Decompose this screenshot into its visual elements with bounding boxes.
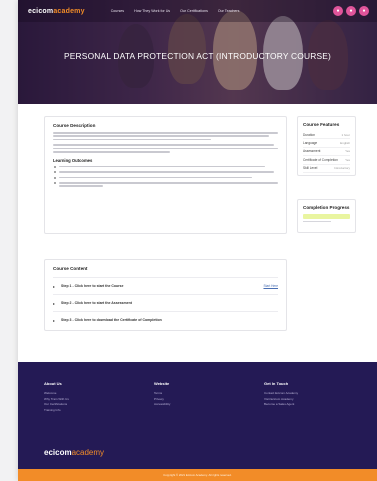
step-label: Step 2 - Click here to start the Assessm… (61, 301, 132, 305)
logo-accent-text: academy (53, 7, 85, 15)
list-item (53, 171, 278, 174)
course-description-card: Course Description Learning Outcomes (44, 116, 287, 234)
footer-logo[interactable]: ecicomacademy (44, 448, 104, 457)
feature-row: Duration 1 hour (303, 131, 350, 140)
page: ecicomacademy Courses How They Work for … (18, 0, 377, 481)
search-button[interactable]: ● (333, 6, 343, 16)
nav-item-courses[interactable]: Courses (111, 9, 124, 13)
list-item (53, 165, 278, 169)
chevron-right-icon: ▸ (53, 283, 56, 289)
feature-row: Language English (303, 139, 350, 148)
search-icon: ● (336, 8, 340, 14)
feature-row: Certificate of Completion Yes (303, 156, 350, 165)
progress-caption (303, 221, 332, 223)
header-logo[interactable]: ecicomacademy (28, 8, 85, 15)
course-description-heading: Course Description (53, 123, 96, 128)
step-label: Step 3 - Click here to download the Cert… (61, 318, 162, 322)
footer-link[interactable]: Contact Ecicom Academy (264, 391, 298, 395)
course-content-heading: Course Content (53, 266, 88, 271)
page-title: PERSONAL DATA PROTECTION ACT (INTRODUCTO… (63, 51, 332, 61)
copyright-bar: Copyright © 2021 Ecicom Academy. All rig… (18, 469, 377, 481)
nav-links: Courses How They Work for Us Our Certifi… (111, 9, 240, 13)
footer-column-contact: Get In Touch Contact Ecicom Academy Visi… (264, 381, 298, 408)
footer-heading: Website (154, 381, 170, 386)
footer-column-website: Website Terms Privacy Accessibility (154, 381, 170, 408)
cart-button[interactable]: ● (346, 6, 356, 16)
description-paragraph (53, 132, 278, 141)
step-2-row[interactable]: ▸ Step 2 - Click here to start the Asses… (53, 294, 278, 311)
course-features-card: Course Features Duration 1 hour Language E… (297, 116, 356, 176)
step-1-row[interactable]: ▸ Step 1 - Click here to start the Cours… (53, 277, 278, 294)
footer-column-about: About Us Welcome Why Train With Us Our C… (44, 381, 69, 413)
hero-banner: ecicomacademy Courses How They Work for … (18, 0, 377, 104)
cart-icon: ● (349, 8, 353, 14)
learning-outcomes-list (53, 165, 278, 189)
start-here-link[interactable]: Start Here (263, 284, 278, 288)
nav-item-teachers[interactable]: Our Teachers (218, 9, 240, 13)
footer-link[interactable]: Welcome (44, 391, 69, 395)
completion-progress-bar (303, 214, 350, 219)
learning-outcomes-heading: Learning Outcomes (53, 157, 93, 163)
nav-item-certifications[interactable]: Our Certifications (180, 9, 208, 13)
footer-link[interactable]: Visit Ecicom Academy (264, 397, 298, 401)
description-paragraph (53, 144, 278, 153)
logo-text: ecicom (28, 7, 54, 15)
footer-link[interactable]: Become a Sales Agent (264, 402, 298, 406)
completion-progress-card: Completion Progress (297, 199, 356, 233)
list-item (53, 181, 278, 189)
course-content-card: Course Content ▸ Step 1 - Click here to … (44, 259, 287, 331)
footer-heading: About Us (44, 381, 62, 386)
step-3-row[interactable]: ▸ Step 3 - Click here to download the Ce… (53, 311, 278, 328)
completion-progress-heading: Completion Progress (303, 205, 350, 210)
account-button[interactable]: ● (359, 6, 369, 16)
chevron-right-icon: ▸ (53, 300, 56, 306)
footer-link[interactable]: Our Certifications (44, 402, 69, 406)
footer-link[interactable]: Training Info (44, 408, 69, 412)
course-features-heading: Course Features (303, 122, 340, 127)
footer-link[interactable]: Terms (154, 391, 170, 395)
step-label: Step 1 - Click here to start the Course (61, 284, 124, 288)
feature-row: Assessment Yes (303, 148, 350, 157)
nav-item-how-they-work[interactable]: How They Work for Us (134, 9, 170, 13)
logo-text: ecicom (44, 448, 72, 457)
top-nav: ecicomacademy Courses How They Work for … (18, 0, 377, 22)
footer-link[interactable]: Why Train With Us (44, 397, 69, 401)
user-icon: ● (362, 8, 366, 14)
logo-accent-text: academy (71, 448, 105, 457)
footer-heading: Get In Touch (264, 381, 289, 386)
feature-row: Skill Level Introductory (303, 165, 350, 173)
footer-link[interactable]: Accessibility (154, 402, 170, 406)
list-item (53, 176, 278, 180)
footer-link[interactable]: Privacy (154, 397, 170, 401)
chevron-right-icon: ▸ (53, 317, 56, 323)
nav-buttons: ● ● ● (333, 6, 369, 16)
